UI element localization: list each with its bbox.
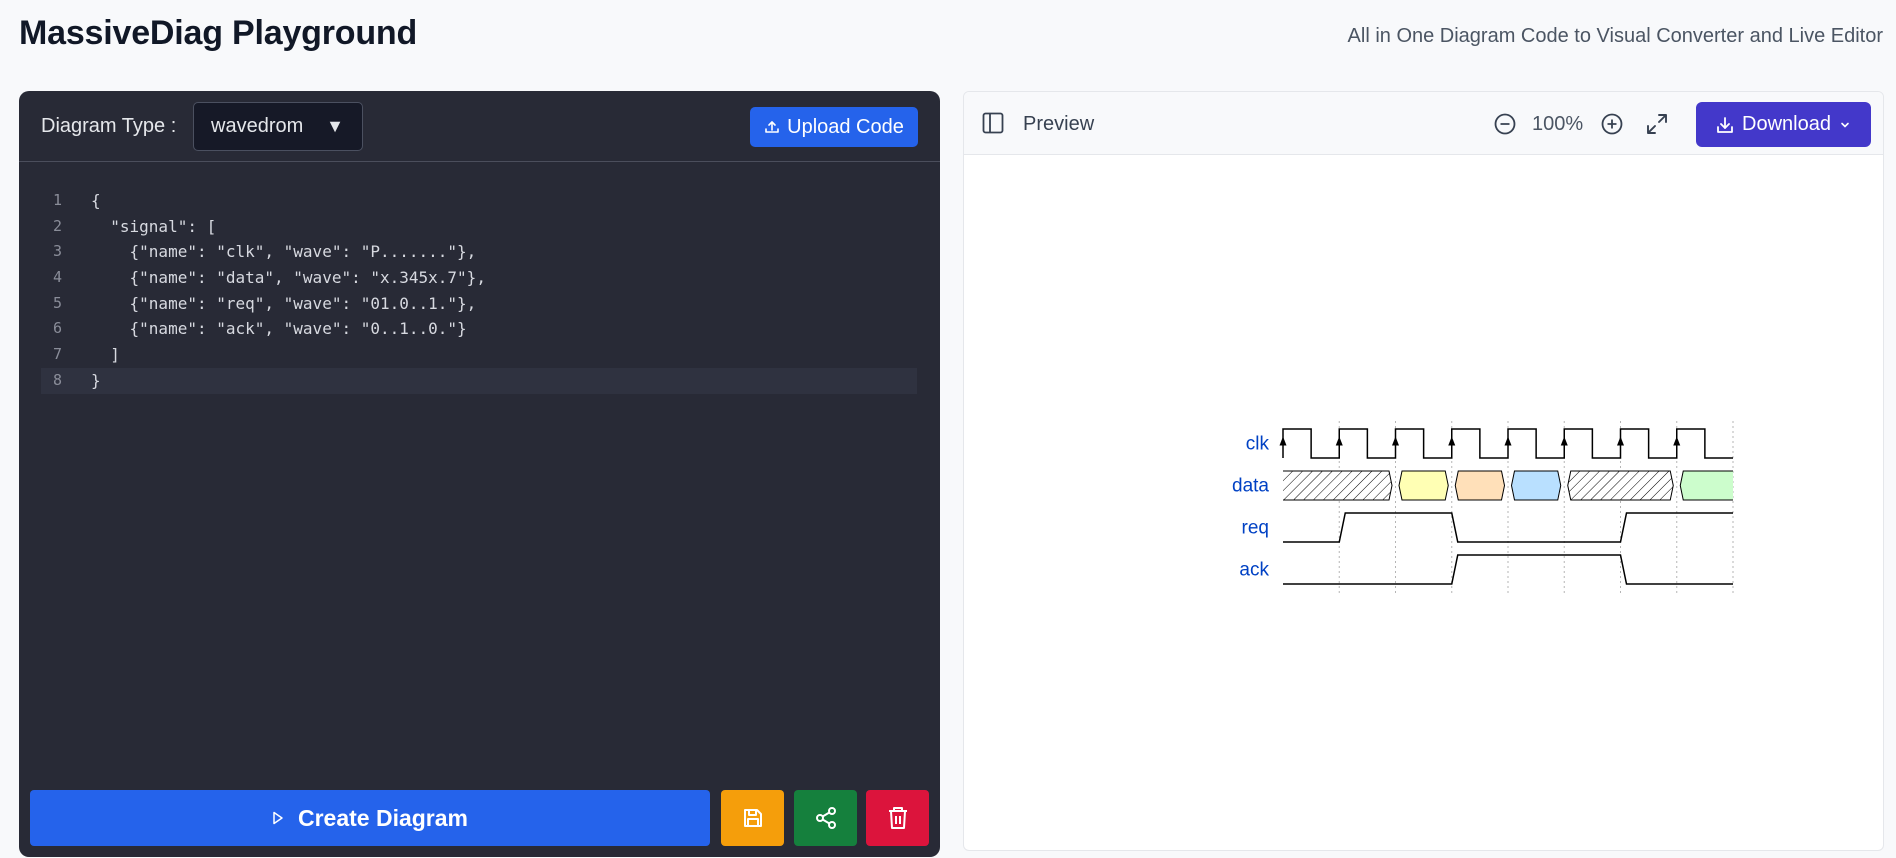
editor-toolbar: Diagram Type : wavedrom ▼ Upload Code <box>19 91 940 162</box>
code-text: } <box>91 370 101 390</box>
code-line: 3 {"name": "clk", "wave": "P......."}, <box>41 239 917 265</box>
line-number: 7 <box>53 345 63 364</box>
code-line: 7 ] <box>41 342 917 368</box>
zoom-in-icon[interactable] <box>1601 113 1623 135</box>
signal-label: data <box>1232 476 1269 497</box>
save-icon <box>743 809 762 827</box>
undefined-segment <box>1283 471 1392 500</box>
data-segment <box>1680 471 1733 500</box>
code-line: 8} <box>41 367 917 394</box>
save-button[interactable] <box>721 790 784 846</box>
download-label: Download <box>1742 113 1831 135</box>
app-subtitle: All in One Diagram Code to Visual Conver… <box>1347 25 1883 47</box>
code-text: ] <box>91 345 120 365</box>
upload-code-button[interactable]: Upload Code <box>750 107 918 147</box>
line-number: 1 <box>53 191 63 209</box>
line-number: 3 <box>53 242 63 261</box>
chevron-down-icon <box>1841 122 1849 128</box>
share-icon <box>815 807 836 829</box>
signal-wave <box>1283 554 1733 585</box>
undefined-segment <box>1567 471 1674 500</box>
upload-code-label: Upload Code <box>787 115 904 138</box>
upload-icon <box>765 121 779 133</box>
preview-panel: Preview 100% Download clk data req ack <box>963 91 1884 851</box>
preview-header: Preview 100% Download <box>964 92 1883 155</box>
line-number: 5 <box>53 293 63 312</box>
signal-label: clk <box>1246 434 1270 455</box>
code-text: {"name": "ack", "wave": "0..1..0."} <box>91 319 467 339</box>
create-diagram-button[interactable]: Create Diagram <box>30 790 710 846</box>
clock-edge-arrow <box>1673 436 1681 446</box>
code-line: 6 {"name": "ack", "wave": "0..1..0."} <box>41 316 917 342</box>
code-editor[interactable]: 1{2 "signal": [3 {"name": "clk", "wave":… <box>41 188 917 394</box>
code-line: 4 {"name": "data", "wave": "x.345x.7"}, <box>41 265 917 291</box>
line-number: 6 <box>53 319 63 338</box>
clock-edge-arrow <box>1448 436 1456 446</box>
diagram-type-label: Diagram Type : <box>41 115 177 137</box>
editor-panel: Diagram Type : wavedrom ▼ Upload Code 1{… <box>19 91 940 857</box>
download-icon <box>1717 116 1733 133</box>
code-text: {"name": "clk", "wave": "P......."}, <box>91 242 477 262</box>
code-line: 5 {"name": "req", "wave": "01.0..1."}, <box>41 291 917 317</box>
clock-edge-arrow <box>1617 436 1624 446</box>
preview-label: Preview <box>1023 113 1095 135</box>
signal-label: req <box>1242 518 1269 539</box>
fullscreen-icon[interactable] <box>1646 113 1668 135</box>
dropdown-caret-icon: ▼ <box>326 116 344 136</box>
waveform-diagram: clk data req ack <box>1232 421 1734 593</box>
line-number: 8 <box>53 370 63 389</box>
delete-button[interactable] <box>866 790 929 846</box>
code-text: {"name": "data", "wave": "x.345x.7"}, <box>91 268 486 288</box>
code-text: {"name": "req", "wave": "01.0..1."}, <box>91 293 477 313</box>
clock-edge-arrow <box>1504 436 1512 446</box>
share-button[interactable] <box>794 790 857 846</box>
create-diagram-label: Create Diagram <box>297 804 469 831</box>
clock-edge-arrow <box>1392 436 1399 446</box>
zoom-level: 100% <box>1532 113 1584 135</box>
code-text: "signal": [ <box>91 216 217 236</box>
signal-label: ack <box>1239 560 1269 581</box>
zoom-out-icon[interactable] <box>1494 113 1516 135</box>
code-line: 1{ <box>41 188 917 214</box>
clock-edge-arrow <box>1560 436 1568 446</box>
clock-edge-arrow <box>1279 436 1287 446</box>
app-title: MassiveDiag Playground <box>19 14 418 52</box>
data-segment <box>1399 471 1449 500</box>
code-text: { <box>91 191 101 210</box>
line-number: 2 <box>53 216 63 235</box>
diagram-type-select[interactable]: wavedrom ▼ <box>193 102 363 151</box>
code-line: 2 "signal": [ <box>41 214 917 240</box>
diagram-type-value: wavedrom <box>211 115 304 137</box>
editor-actions: Create Diagram <box>30 790 929 846</box>
data-segment <box>1511 471 1561 500</box>
clock-edge-arrow <box>1335 436 1343 446</box>
sidebar-toggle-icon[interactable] <box>982 112 1004 134</box>
trash-icon <box>888 807 907 829</box>
line-number: 4 <box>53 268 63 287</box>
data-segment <box>1455 471 1505 500</box>
download-button[interactable]: Download <box>1696 102 1871 147</box>
play-icon <box>273 811 283 825</box>
